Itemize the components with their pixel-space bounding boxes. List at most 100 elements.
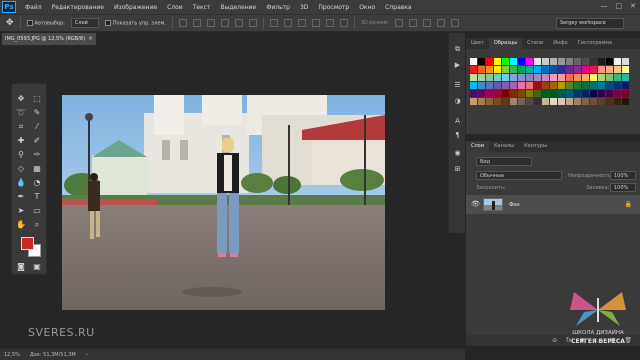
- tab-paths[interactable]: Контуры: [519, 141, 552, 152]
- healing-brush-icon[interactable]: ✚: [16, 136, 26, 146]
- brush-tool-icon[interactable]: ✐: [32, 136, 42, 146]
- color-swatch[interactable]: [518, 90, 525, 97]
- color-swatch[interactable]: [510, 98, 517, 105]
- color-swatch[interactable]: [590, 66, 597, 73]
- eraser-tool-icon[interactable]: ◇: [16, 164, 26, 174]
- paragraph-icon[interactable]: ¶: [453, 131, 462, 140]
- color-swatch[interactable]: [574, 58, 581, 65]
- color-swatch[interactable]: [486, 90, 493, 97]
- color-swatch[interactable]: [486, 82, 493, 89]
- character-icon[interactable]: A: [453, 117, 462, 126]
- type-tool-icon[interactable]: T: [32, 192, 42, 202]
- shape-tool-icon[interactable]: ▭: [32, 206, 42, 216]
- distribute-icon[interactable]: [297, 19, 306, 27]
- color-swatch[interactable]: [510, 90, 517, 97]
- color-swatch[interactable]: [470, 58, 477, 65]
- blend-mode-dropdown[interactable]: Обычные: [476, 171, 562, 180]
- align-top-icon[interactable]: [178, 19, 187, 27]
- color-swatch[interactable]: [526, 58, 533, 65]
- color-swatch[interactable]: [614, 66, 621, 73]
- color-swatch[interactable]: [582, 82, 589, 89]
- color-swatch[interactable]: [582, 98, 589, 105]
- clone-stamp-icon[interactable]: ⚲: [16, 150, 26, 160]
- tab-channels[interactable]: Каналы: [489, 141, 519, 152]
- color-swatch[interactable]: [614, 90, 621, 97]
- color-swatch[interactable]: [598, 74, 605, 81]
- color-swatch[interactable]: [566, 66, 573, 73]
- color-swatch[interactable]: [518, 58, 525, 65]
- color-swatch[interactable]: [486, 98, 493, 105]
- color-swatch[interactable]: [478, 90, 485, 97]
- color-swatch[interactable]: [590, 82, 597, 89]
- menu-select[interactable]: Выделение: [215, 4, 261, 11]
- color-swatch[interactable]: [558, 90, 565, 97]
- status-arrow-icon[interactable]: ›: [86, 352, 88, 358]
- color-swatch[interactable]: [494, 82, 501, 89]
- menu-image[interactable]: Изображение: [109, 4, 162, 11]
- dodge-tool-icon[interactable]: ◔: [32, 178, 42, 188]
- color-swatch[interactable]: [502, 66, 509, 73]
- color-swatch[interactable]: [550, 74, 557, 81]
- color-swatch[interactable]: [502, 58, 509, 65]
- align-bottom-icon[interactable]: [206, 19, 215, 27]
- lasso-tool-icon[interactable]: ➰: [16, 108, 26, 118]
- color-swatch[interactable]: [582, 66, 589, 73]
- color-swatch[interactable]: [494, 58, 501, 65]
- layer-filter-dropdown[interactable]: Вид: [476, 157, 532, 166]
- 3d-scale-icon[interactable]: [451, 19, 460, 27]
- menu-3d[interactable]: 3D: [295, 4, 313, 11]
- color-swatch[interactable]: [534, 66, 541, 73]
- color-swatch[interactable]: [502, 74, 509, 81]
- screen-mode-icon[interactable]: ▣: [32, 262, 42, 272]
- color-swatch[interactable]: [486, 58, 493, 65]
- color-swatch[interactable]: [622, 90, 629, 97]
- color-swatch[interactable]: [566, 90, 573, 97]
- distribute-icon[interactable]: [325, 19, 334, 27]
- color-swatch[interactable]: [574, 74, 581, 81]
- color-swatch[interactable]: [622, 58, 629, 65]
- move-tool-icon[interactable]: ✥: [16, 94, 26, 104]
- color-swatch[interactable]: [614, 98, 621, 105]
- align-right-icon[interactable]: [248, 19, 257, 27]
- menu-file[interactable]: Файл: [20, 4, 47, 11]
- color-swatch[interactable]: [518, 74, 525, 81]
- color-swatch[interactable]: [574, 90, 581, 97]
- color-swatch[interactable]: [550, 66, 557, 73]
- autoselect-checkbox[interactable]: Автовыбор:: [26, 19, 65, 26]
- color-swatch[interactable]: [566, 98, 573, 105]
- clone-source-icon[interactable]: ⊞: [453, 165, 462, 174]
- color-swatch[interactable]: [558, 74, 565, 81]
- color-swatch[interactable]: [582, 90, 589, 97]
- color-swatch[interactable]: [534, 58, 541, 65]
- color-swatch[interactable]: [558, 82, 565, 89]
- eyedropper-tool-icon[interactable]: ⁄: [32, 122, 42, 132]
- tab-swatches[interactable]: Образцы: [488, 38, 523, 49]
- color-swatch[interactable]: [542, 90, 549, 97]
- color-swatch[interactable]: [550, 82, 557, 89]
- show-controls-checkbox[interactable]: Показать упр. элем.: [104, 19, 166, 26]
- properties-icon[interactable]: ☰: [453, 81, 462, 90]
- autoselect-dropdown[interactable]: Слой: [70, 18, 99, 28]
- path-select-icon[interactable]: ➤: [16, 206, 26, 216]
- pen-tool-icon[interactable]: ✒: [16, 192, 26, 202]
- color-swatch[interactable]: [574, 82, 581, 89]
- hand-tool-icon[interactable]: ✋: [16, 220, 26, 230]
- distribute-icon[interactable]: [283, 19, 292, 27]
- maximize-button[interactable]: □: [616, 2, 623, 10]
- actions-icon[interactable]: ▶: [453, 61, 462, 70]
- move-tool-icon[interactable]: ✥: [6, 18, 14, 28]
- color-swatch[interactable]: [582, 58, 589, 65]
- distribute-icon[interactable]: [311, 19, 320, 27]
- color-swatch[interactable]: [550, 90, 557, 97]
- crop-tool-icon[interactable]: ⌗: [16, 122, 26, 132]
- color-swatch[interactable]: [566, 58, 573, 65]
- menu-type[interactable]: Текст: [188, 4, 216, 11]
- color-swatch[interactable]: [478, 74, 485, 81]
- color-swatch[interactable]: [534, 98, 541, 105]
- history-icon[interactable]: ⧉: [453, 45, 462, 54]
- layer-row[interactable]: 👁 Фон 🔒: [466, 195, 640, 214]
- 3d-pan-icon[interactable]: [423, 19, 432, 27]
- distribute-icon[interactable]: [339, 19, 348, 27]
- tab-styles[interactable]: Стили: [522, 38, 548, 49]
- fill-field[interactable]: 100%: [610, 183, 636, 192]
